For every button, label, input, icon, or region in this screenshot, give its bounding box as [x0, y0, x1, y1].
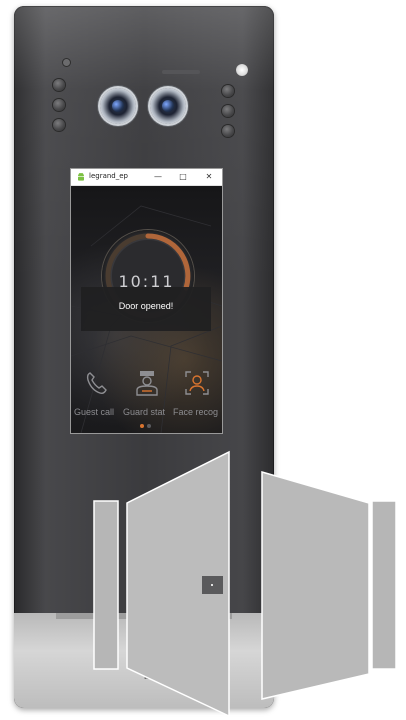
keyhole-icon: [211, 584, 213, 586]
gate-illustration: [93, 450, 397, 718]
gate-door-right: [261, 471, 370, 700]
gate-post-right: [371, 500, 397, 670]
gate-post-left: [93, 500, 119, 670]
